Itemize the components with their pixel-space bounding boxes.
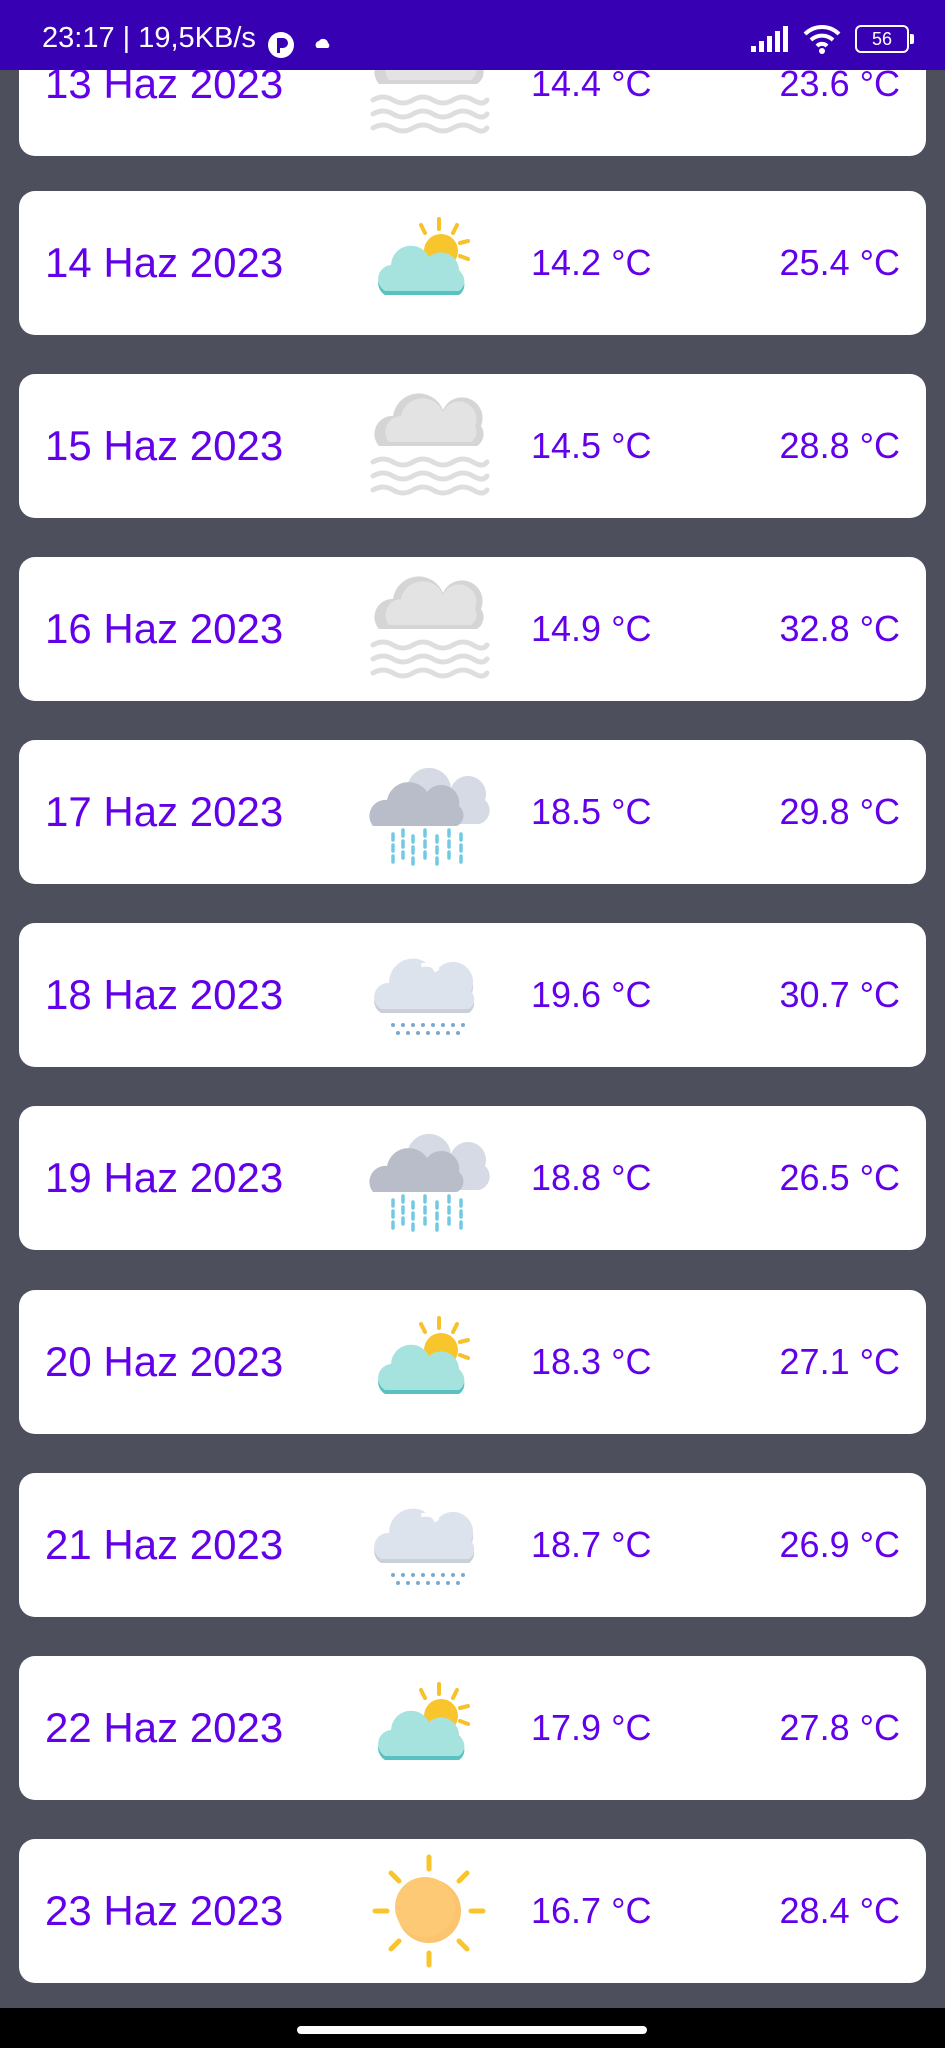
max-temperature: 27.8 °C — [779, 1707, 900, 1748]
forecast-date: 14 Haz 2023 — [45, 239, 284, 286]
max-temperature: 25.4 °C — [779, 242, 900, 283]
forecast-card[interactable]: 19 Haz 2023 18.8 °C 26.5 °C — [19, 1106, 926, 1250]
min-temperature: 18.5 °C — [531, 791, 652, 832]
max-temperature: 27.1 °C — [779, 1341, 900, 1382]
forecast-list[interactable]: 13 Haz 2023 14.4 °C 23.6 °C 14 Haz 2023 … — [0, 0, 945, 2048]
forecast-date: 16 Haz 2023 — [45, 605, 284, 652]
drizzle-icon — [374, 958, 475, 1035]
status-bar: 23:17 | 19,5KB/s 56 — [0, 0, 945, 70]
forecast-date: 20 Haz 2023 — [45, 1338, 284, 1385]
min-temperature: 17.9 °C — [531, 1707, 652, 1748]
forecast-card[interactable]: 22 Haz 2023 17.9 °C 27.8 °C — [19, 1656, 926, 1800]
forecast-date: 21 Haz 2023 — [45, 1521, 284, 1568]
forecast-card[interactable]: 16 Haz 2023 14.9 °C 32.8 °C — [19, 557, 926, 701]
forecast-date: 17 Haz 2023 — [45, 788, 284, 835]
forecast-date: 23 Haz 2023 — [45, 1887, 284, 1934]
battery-level: 56 — [871, 28, 893, 49]
fog-icon — [370, 393, 490, 496]
fog-icon — [370, 576, 490, 679]
forecast-card[interactable]: 18 Haz 2023 19.6 °C 30.7 °C — [19, 923, 926, 1067]
forecast-card[interactable]: 17 Haz 2023 18.5 °C 29.8 °C — [19, 740, 926, 884]
battery-icon: 56 — [855, 25, 914, 53]
min-temperature: 18.7 °C — [531, 1524, 652, 1565]
max-temperature: 26.5 °C — [779, 1157, 900, 1198]
cloud-icon — [315, 38, 330, 48]
home-gesture-handle[interactable] — [297, 2026, 647, 2034]
partly-cloudy-icon — [378, 217, 470, 295]
forecast-date: 15 Haz 2023 — [45, 422, 284, 469]
heavy-rain-icon — [369, 767, 490, 866]
min-temperature: 14.2 °C — [531, 242, 652, 283]
forecast-date: 19 Haz 2023 — [45, 1154, 284, 1201]
status-time-speed: 23:17 | 19,5KB/s — [42, 22, 256, 54]
forecast-date: 22 Haz 2023 — [45, 1704, 284, 1751]
drizzle-icon — [374, 1508, 475, 1585]
navigation-bar — [0, 2008, 945, 2048]
min-temperature: 18.8 °C — [531, 1157, 652, 1198]
signal-icon — [751, 26, 788, 52]
forecast-card[interactable]: 21 Haz 2023 18.7 °C 26.9 °C — [19, 1473, 926, 1617]
forecast-card[interactable]: 23 Haz 2023 16.7 °C 28.4 °C — [19, 1839, 926, 1983]
partly-cloudy-icon — [378, 1682, 470, 1760]
max-temperature: 28.4 °C — [779, 1890, 900, 1931]
max-temperature: 28.8 °C — [779, 425, 900, 466]
min-temperature: 14.9 °C — [531, 608, 652, 649]
forecast-date: 18 Haz 2023 — [45, 971, 284, 1018]
forecast-card[interactable]: 20 Haz 2023 18.3 °C 27.1 °C — [19, 1290, 926, 1434]
min-temperature: 19.6 °C — [531, 974, 652, 1015]
max-temperature: 26.9 °C — [779, 1524, 900, 1565]
sunny-icon — [372, 1854, 486, 1968]
min-temperature: 18.3 °C — [531, 1341, 652, 1382]
vpn-icon — [268, 32, 294, 58]
max-temperature: 30.7 °C — [779, 974, 900, 1015]
forecast-card[interactable]: 15 Haz 2023 14.5 °C 28.8 °C — [19, 374, 926, 518]
wifi-icon — [803, 24, 841, 54]
forecast-card[interactable]: 14 Haz 2023 14.2 °C 25.4 °C — [19, 191, 926, 335]
max-temperature: 32.8 °C — [779, 608, 900, 649]
min-temperature: 16.7 °C — [531, 1890, 652, 1931]
partly-cloudy-icon — [378, 1316, 470, 1394]
heavy-rain-icon — [369, 1133, 490, 1232]
max-temperature: 29.8 °C — [779, 791, 900, 832]
min-temperature: 14.5 °C — [531, 425, 652, 466]
